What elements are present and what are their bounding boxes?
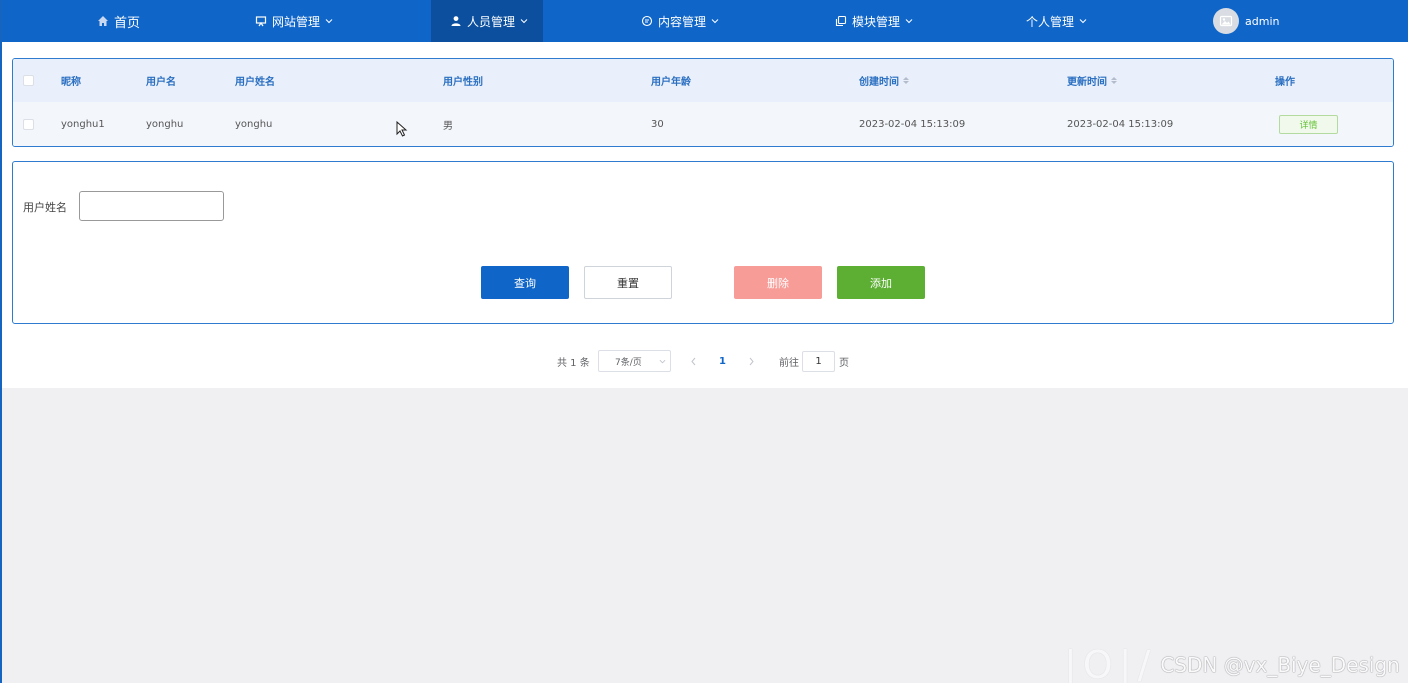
mouse-cursor-icon xyxy=(396,121,408,137)
column-header-nickname: 昵称 xyxy=(61,77,81,88)
reset-button[interactable]: 重置 xyxy=(584,266,672,299)
search-form: 用户姓名 查询 重置 删除 添加 xyxy=(12,161,1394,324)
nav-item-label: 个人管理 xyxy=(1026,14,1075,29)
nav-item-staff-management[interactable]: 人员管理 xyxy=(431,0,543,42)
page-size-value: 7条/页 xyxy=(615,357,642,368)
home-icon xyxy=(96,14,110,28)
row-checkbox[interactable] xyxy=(23,102,34,146)
cell-realname: yonghu xyxy=(235,119,273,130)
chevron-left-icon xyxy=(691,357,696,365)
page-number-current[interactable]: 1 xyxy=(719,349,726,373)
watermark-logo: |O|/ xyxy=(1064,642,1157,683)
add-button[interactable]: 添加 xyxy=(837,266,925,299)
user-table: 昵称 用户名 用户姓名 用户性别 用户年龄 创建时间 更新时间 操作 yongh… xyxy=(12,58,1394,147)
copy-icon xyxy=(834,14,848,28)
detail-button[interactable]: 详情 xyxy=(1279,115,1338,134)
column-header-age: 用户年龄 xyxy=(651,77,691,88)
column-header-created[interactable]: 创建时间 xyxy=(859,59,909,102)
chevron-down-icon xyxy=(520,17,528,25)
column-header-updated[interactable]: 更新时间 xyxy=(1067,59,1117,102)
nav-item-home[interactable]: 首页 xyxy=(96,0,140,42)
cell-created: 2023-02-04 15:13:09 xyxy=(859,119,966,130)
realname-label: 用户姓名 xyxy=(23,201,67,214)
column-header-username: 用户名 xyxy=(146,77,176,88)
main-content: 昵称 用户名 用户姓名 用户性别 用户年龄 创建时间 更新时间 操作 yongh… xyxy=(2,42,1408,388)
image-placeholder-icon xyxy=(1219,15,1233,27)
chevron-down-icon xyxy=(325,17,333,25)
chat-icon xyxy=(640,14,654,28)
query-button[interactable]: 查询 xyxy=(481,266,569,299)
prev-page-button[interactable] xyxy=(690,349,697,373)
monitor-icon xyxy=(254,14,268,28)
sort-icon[interactable] xyxy=(903,77,909,84)
user-icon xyxy=(449,14,463,28)
table-row: yonghu1 yonghu yonghu 男 30 2023-02-04 15… xyxy=(13,102,1393,146)
chevron-down-icon xyxy=(1079,17,1087,25)
watermark-text: CSDN @vx_Biye_Design xyxy=(1160,652,1400,677)
column-header-updated-label: 更新时间 xyxy=(1067,77,1107,88)
cell-age: 30 xyxy=(651,119,664,130)
nav-item-site-management[interactable]: 网站管理 xyxy=(254,0,333,42)
column-header-actions: 操作 xyxy=(1275,77,1295,88)
nav-item-label: 模块管理 xyxy=(852,14,901,29)
page-size-select[interactable]: 7条/页 xyxy=(598,350,671,372)
top-nav: 首页 网站管理 人员管理 内容管理 模块管理 个人管理 admin xyxy=(2,0,1408,42)
goto-page-input[interactable]: 1 xyxy=(802,351,835,372)
column-header-realname: 用户姓名 xyxy=(235,77,275,88)
nav-item-label: 内容管理 xyxy=(658,14,707,29)
user-menu[interactable]: admin xyxy=(1213,0,1279,42)
chevron-down-icon xyxy=(659,358,666,368)
nav-item-label: 首页 xyxy=(114,15,141,31)
nav-item-personal-management[interactable]: 个人管理 xyxy=(1026,0,1087,42)
column-header-created-label: 创建时间 xyxy=(859,77,899,88)
column-header-gender: 用户性别 xyxy=(443,77,483,88)
cell-username: yonghu xyxy=(146,119,184,130)
realname-search-input[interactable] xyxy=(79,191,224,221)
cell-nickname: yonghu1 xyxy=(61,119,105,130)
next-page-button[interactable] xyxy=(748,349,755,373)
cell-updated: 2023-02-04 15:13:09 xyxy=(1067,119,1174,130)
cell-actions: 详情 xyxy=(1279,102,1338,146)
nav-item-content-management[interactable]: 内容管理 xyxy=(640,0,719,42)
delete-button[interactable]: 删除 xyxy=(734,266,822,299)
select-all-checkbox[interactable] xyxy=(23,59,34,102)
nav-item-label: 人员管理 xyxy=(467,14,516,29)
nav-item-module-management[interactable]: 模块管理 xyxy=(834,0,913,42)
chevron-down-icon xyxy=(905,17,913,25)
cell-gender: 男 xyxy=(443,121,453,132)
username-label: admin xyxy=(1245,14,1280,28)
table-header: 昵称 用户名 用户姓名 用户性别 用户年龄 创建时间 更新时间 操作 xyxy=(13,59,1393,102)
watermark: |O|/ CSDN @vx_Biye_Design xyxy=(1064,642,1400,683)
chevron-down-icon xyxy=(711,17,719,25)
sort-icon[interactable] xyxy=(1111,77,1117,84)
nav-item-label: 网站管理 xyxy=(272,14,321,29)
chevron-right-icon xyxy=(749,357,754,365)
goto-suffix: 页 xyxy=(839,357,849,369)
goto-prefix: 前往 xyxy=(779,357,799,369)
avatar[interactable] xyxy=(1213,8,1239,34)
pagination-total: 共 1 条 xyxy=(557,357,590,369)
